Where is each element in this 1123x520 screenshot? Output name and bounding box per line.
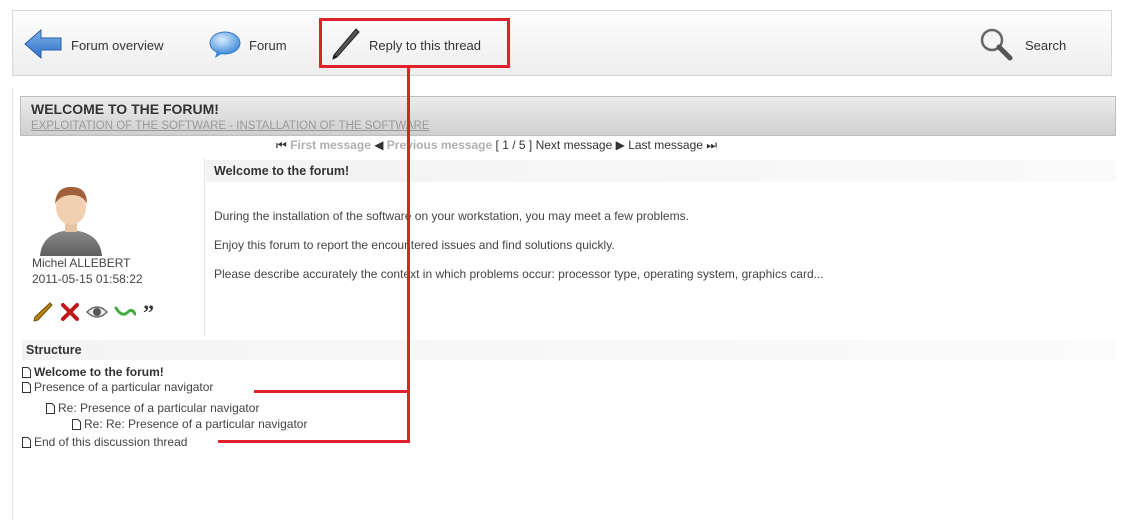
thread-header: WELCOME TO THE FORUM! EXPLOITATION OF TH… — [20, 96, 1116, 136]
message-line-1: During the installation of the software … — [214, 209, 689, 223]
message-pager: ⏮ First message ◀ Previous message [ 1 /… — [276, 138, 717, 153]
message-position: [ 1 / 5 ] — [495, 138, 533, 152]
page-title: WELCOME TO THE FORUM! — [31, 101, 219, 117]
tree-item-label: End of this discussion thread — [34, 435, 188, 449]
tree-item-presence[interactable]: Presence of a particular navigator — [22, 380, 213, 394]
tree-item-label: Re: Re: Presence of a particular navigat… — [84, 417, 308, 431]
forum-label: Forum — [249, 37, 287, 53]
annotation-highlight-box — [319, 18, 510, 68]
tree-item-re-presence[interactable]: Re: Presence of a particular navigator — [46, 401, 259, 415]
toolbar: Forum overview Forum Reply to this threa… — [12, 10, 1112, 76]
previous-message-link: Previous message — [386, 138, 493, 152]
message-title: Welcome to the forum! — [214, 164, 350, 178]
delete-icon[interactable] — [60, 302, 80, 322]
annotation-vertical-line — [407, 68, 410, 442]
quote-icon[interactable]: ” — [142, 302, 162, 322]
first-message-link: First message — [290, 138, 371, 152]
tree-item-label: Presence of a particular navigator — [34, 380, 214, 394]
search-icon — [979, 27, 1013, 64]
search-button[interactable]: Search — [979, 28, 1066, 62]
tree-item-welcome[interactable]: Welcome to the forum! — [22, 365, 164, 379]
message-line-2: Enjoy this forum to report the encounter… — [214, 238, 615, 252]
tree-item-label: Re: Presence of a particular navigator — [58, 401, 260, 415]
message-header: Welcome to the forum! — [206, 160, 1116, 182]
edit-pencil-icon[interactable] — [32, 301, 54, 323]
tree-item-label: Welcome to the forum! — [34, 365, 164, 379]
forum-overview-label: Forum overview — [71, 37, 164, 53]
tree-item-re-re-presence[interactable]: Re: Re: Presence of a particular navigat… — [72, 417, 307, 431]
structure-header: Structure — [22, 340, 1116, 360]
author-name: Michel ALLEBERT — [32, 256, 131, 270]
svg-text:”: ” — [143, 302, 154, 322]
document-icon — [22, 381, 31, 393]
last-message-icon[interactable]: ⏭ — [706, 138, 717, 152]
document-icon — [72, 418, 81, 430]
reply-icon[interactable] — [114, 302, 136, 322]
message-line-3: Please describe accurately the context i… — [214, 267, 824, 281]
last-message-link[interactable]: Last message — [628, 138, 703, 152]
post-date: 2011-05-15 01:58:22 — [32, 272, 143, 286]
forum-overview-button[interactable]: Forum overview — [23, 28, 163, 62]
document-icon — [46, 402, 55, 414]
forum-button[interactable]: Forum — [209, 28, 287, 62]
avatar — [36, 180, 106, 256]
annotation-connector-presence — [254, 390, 410, 393]
breadcrumb[interactable]: EXPLOITATION OF THE SOFTWARE - INSTALLAT… — [31, 120, 430, 132]
annotation-connector-end — [218, 440, 410, 443]
forum-bubble-icon — [209, 29, 241, 62]
first-message-icon: ⏮ — [276, 138, 287, 152]
tree-item-end-thread[interactable]: End of this discussion thread — [22, 435, 187, 449]
back-arrow-icon — [23, 28, 63, 63]
author-column: Michel ALLEBERT 2011-05-15 01:58:22 ” — [22, 158, 202, 336]
previous-message-icon: ◀ — [374, 138, 384, 152]
structure-title: Structure — [26, 343, 82, 357]
search-label: Search — [1025, 37, 1067, 53]
post-actions: ” — [32, 300, 168, 324]
next-message-icon[interactable]: ▶ — [616, 138, 625, 152]
document-icon — [22, 436, 31, 448]
next-message-link[interactable]: Next message — [536, 138, 613, 152]
view-icon[interactable] — [86, 302, 108, 322]
document-icon — [22, 366, 31, 378]
column-divider — [204, 158, 205, 336]
